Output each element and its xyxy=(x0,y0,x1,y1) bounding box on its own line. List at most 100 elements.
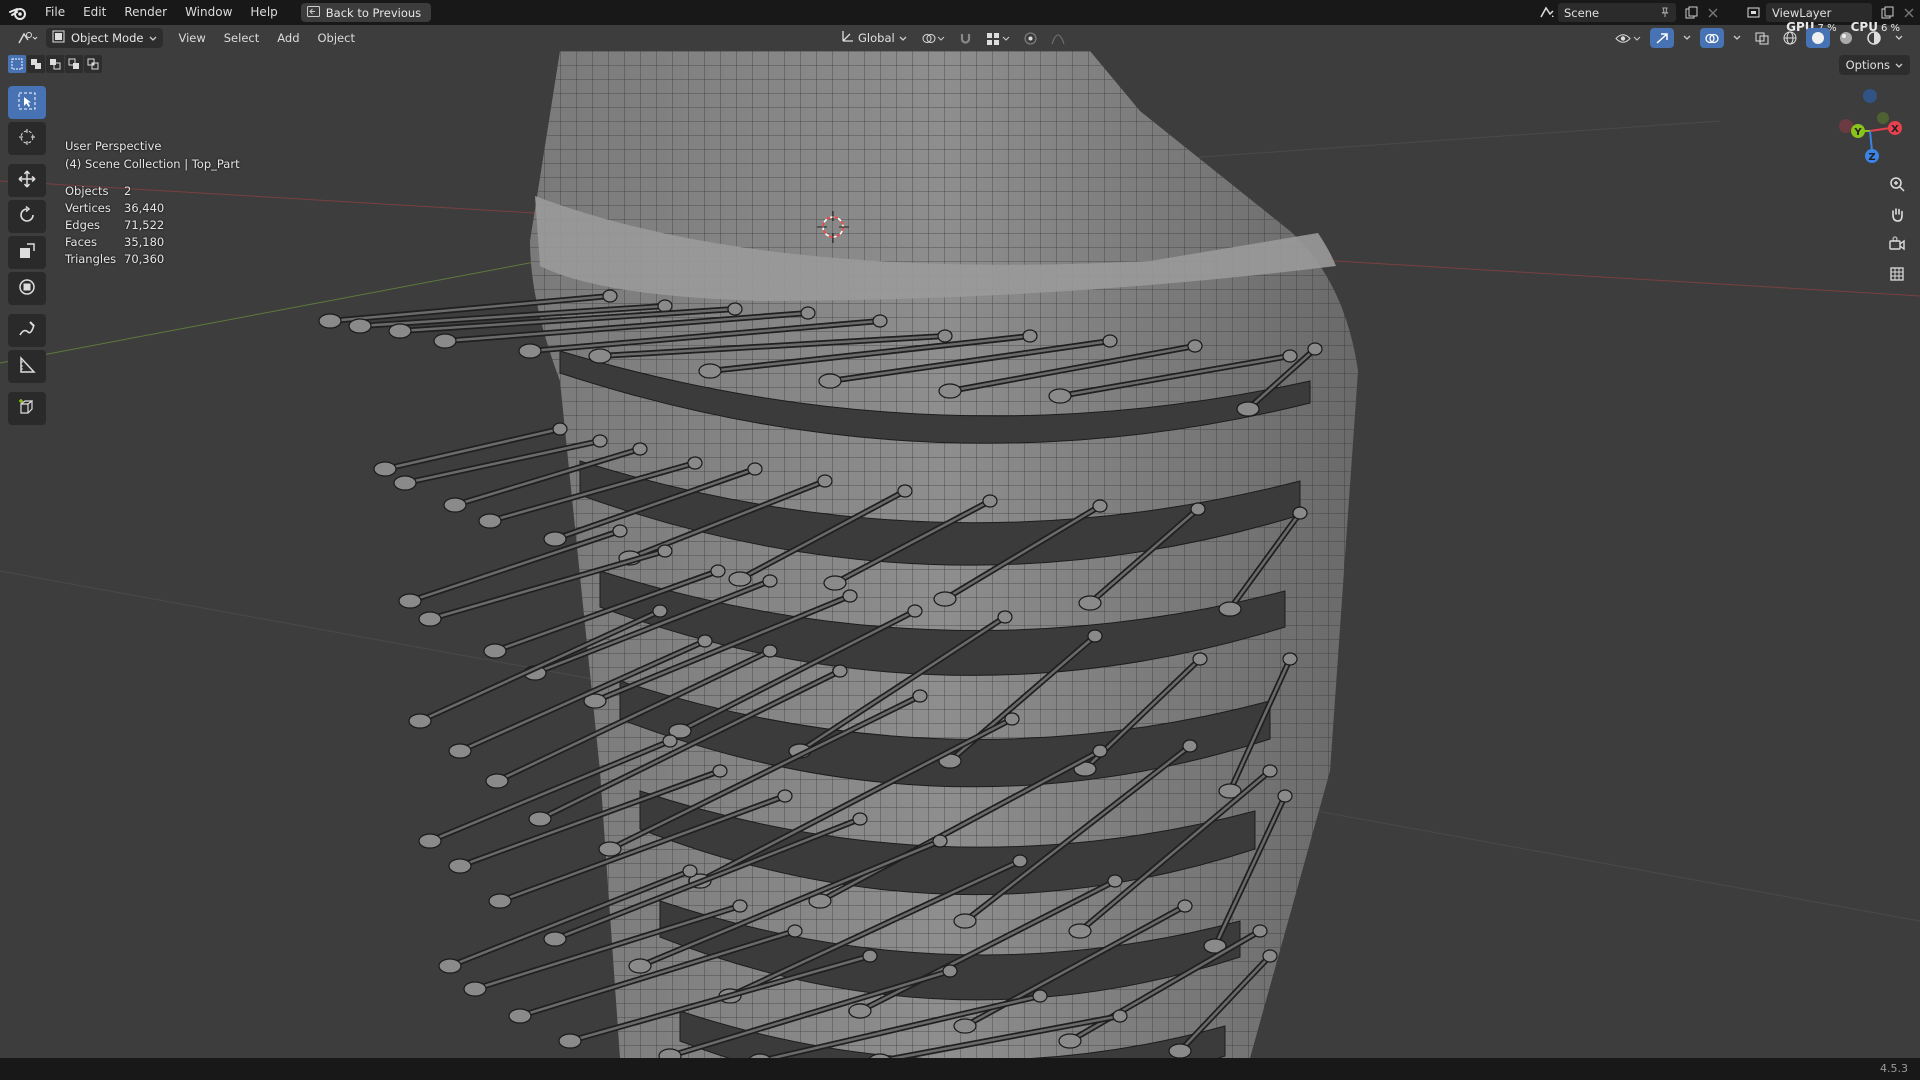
top-menu-bar: File Edit Render Window Help Back to Pre… xyxy=(0,0,1920,25)
select-subtract-icon[interactable] xyxy=(46,55,64,73)
delete-scene-icon[interactable] xyxy=(1702,3,1724,22)
select-new-icon[interactable] xyxy=(8,55,26,73)
material-sphere-icon xyxy=(1840,32,1852,44)
view-layer-icon[interactable] xyxy=(1744,3,1766,22)
menu-window[interactable]: Window xyxy=(176,0,241,25)
ortho-grid-icon[interactable] xyxy=(1883,260,1911,288)
shading-dropdown[interactable] xyxy=(1890,28,1908,48)
navigation-gizmo[interactable]: X Y Z xyxy=(1838,86,1908,166)
back-to-previous-label: Back to Previous xyxy=(325,5,422,20)
chevron-down-icon xyxy=(149,31,157,45)
chevron-down-icon xyxy=(1895,58,1903,72)
falloff-icon xyxy=(1051,34,1065,44)
select-extend-icon[interactable] xyxy=(27,55,45,73)
pivot-icon xyxy=(922,33,945,43)
snap-toggle[interactable] xyxy=(954,28,977,48)
scene-name: Scene xyxy=(1564,5,1600,20)
stat-row: Edges 71,522 xyxy=(65,217,240,234)
pin-icon[interactable] xyxy=(1660,6,1670,20)
select-box-icon xyxy=(18,92,36,113)
add-cube-icon xyxy=(18,398,36,419)
select-box-tool[interactable] xyxy=(8,86,46,119)
transform-controls: Global xyxy=(836,28,1070,48)
scene-field[interactable]: Scene xyxy=(1558,3,1676,22)
scene-canvas[interactable] xyxy=(0,51,1920,1058)
gizmo-z-label: Z xyxy=(1868,152,1875,163)
overlays-dropdown[interactable] xyxy=(1728,28,1746,48)
object-mode-dropdown[interactable]: Object Mode xyxy=(46,28,164,48)
back-to-previous-button[interactable]: Back to Previous xyxy=(300,3,432,22)
wireframe-sphere-icon xyxy=(1783,31,1797,45)
menu-add[interactable]: Add xyxy=(268,31,308,45)
rotate-icon xyxy=(18,205,36,227)
scale-icon xyxy=(18,242,36,263)
stat-row: Vertices 36,440 xyxy=(65,200,240,217)
menu-file[interactable]: File xyxy=(36,0,74,25)
transform-tool[interactable] xyxy=(8,272,46,305)
add-cube-tool[interactable] xyxy=(8,392,46,425)
stat-value: 36,440 xyxy=(124,201,165,215)
menu-view[interactable]: View xyxy=(169,31,214,45)
mode-label: Object Mode xyxy=(71,31,144,45)
scene-type-icon[interactable] xyxy=(1536,3,1558,22)
tool-shelf xyxy=(8,86,46,428)
transform-orientation-dropdown[interactable]: Global xyxy=(836,28,912,48)
gizmo-neg-z xyxy=(1863,89,1877,103)
annotate-icon xyxy=(18,320,36,341)
pan-hand-icon[interactable] xyxy=(1883,200,1911,228)
xray-icon xyxy=(1755,32,1769,44)
new-scene-icon[interactable] xyxy=(1680,3,1702,22)
move-icon xyxy=(18,170,36,191)
measure-tool[interactable] xyxy=(8,350,46,383)
options-label: Options xyxy=(1845,58,1890,72)
orientation-label: Global xyxy=(858,31,895,45)
selection-mode-buttons xyxy=(8,55,102,73)
shading-rendered[interactable] xyxy=(1862,28,1886,48)
shading-wireframe[interactable] xyxy=(1778,28,1802,48)
select-intersect-icon[interactable] xyxy=(84,55,102,73)
pivot-point-dropdown[interactable] xyxy=(916,28,950,48)
camera-view-icon[interactable] xyxy=(1883,230,1911,258)
proportional-editing-toggle[interactable] xyxy=(1019,28,1042,48)
viewport-info-overlay: User Perspective (4) Scene Collection | … xyxy=(65,137,240,268)
rotate-tool[interactable] xyxy=(8,200,46,233)
scale-tool[interactable] xyxy=(8,236,46,269)
overlays-toggle[interactable] xyxy=(1700,28,1724,48)
snap-target-dropdown[interactable] xyxy=(981,28,1015,48)
gizmo-icon xyxy=(1656,32,1668,44)
editor-type-icon[interactable] xyxy=(8,27,46,49)
delete-view-layer-icon[interactable] xyxy=(1898,3,1920,22)
measure-icon xyxy=(18,356,36,377)
stat-label: Triangles xyxy=(65,252,117,266)
menu-render[interactable]: Render xyxy=(115,0,176,25)
menu-edit[interactable]: Edit xyxy=(74,0,115,25)
proportional-icon xyxy=(1024,32,1037,44)
gizmo-toggle[interactable] xyxy=(1650,28,1674,48)
cursor-tool[interactable] xyxy=(8,122,46,155)
gizmo-dropdown[interactable] xyxy=(1678,28,1696,48)
select-invert-icon[interactable] xyxy=(65,55,83,73)
menu-object[interactable]: Object xyxy=(309,31,364,45)
menu-select[interactable]: Select xyxy=(215,31,268,45)
visibility-dropdown[interactable] xyxy=(1610,28,1646,48)
back-icon xyxy=(306,5,320,20)
annotate-tool[interactable] xyxy=(8,314,46,347)
xray-toggle[interactable] xyxy=(1750,28,1774,48)
move-tool[interactable] xyxy=(8,164,46,197)
shading-solid[interactable] xyxy=(1806,28,1830,48)
stat-label: Vertices xyxy=(65,201,111,215)
3d-viewport[interactable]: User Perspective (4) Scene Collection | … xyxy=(0,51,1920,1058)
shading-material[interactable] xyxy=(1834,28,1858,48)
zoom-icon[interactable] xyxy=(1883,170,1911,198)
transform-icon xyxy=(18,278,36,299)
collection-path: (4) Scene Collection | Top_Part xyxy=(65,157,240,171)
blender-logo-icon[interactable] xyxy=(0,0,36,25)
falloff-dropdown[interactable] xyxy=(1046,28,1070,48)
viewport-nav-buttons xyxy=(1883,170,1911,290)
menu-help[interactable]: Help xyxy=(241,0,286,25)
gizmo-x-label: X xyxy=(1891,124,1899,135)
options-dropdown[interactable]: Options xyxy=(1838,55,1910,75)
stat-label: Edges xyxy=(65,218,100,232)
viewport-display-controls xyxy=(1610,28,1908,48)
stat-row: Objects 2 xyxy=(65,183,240,200)
